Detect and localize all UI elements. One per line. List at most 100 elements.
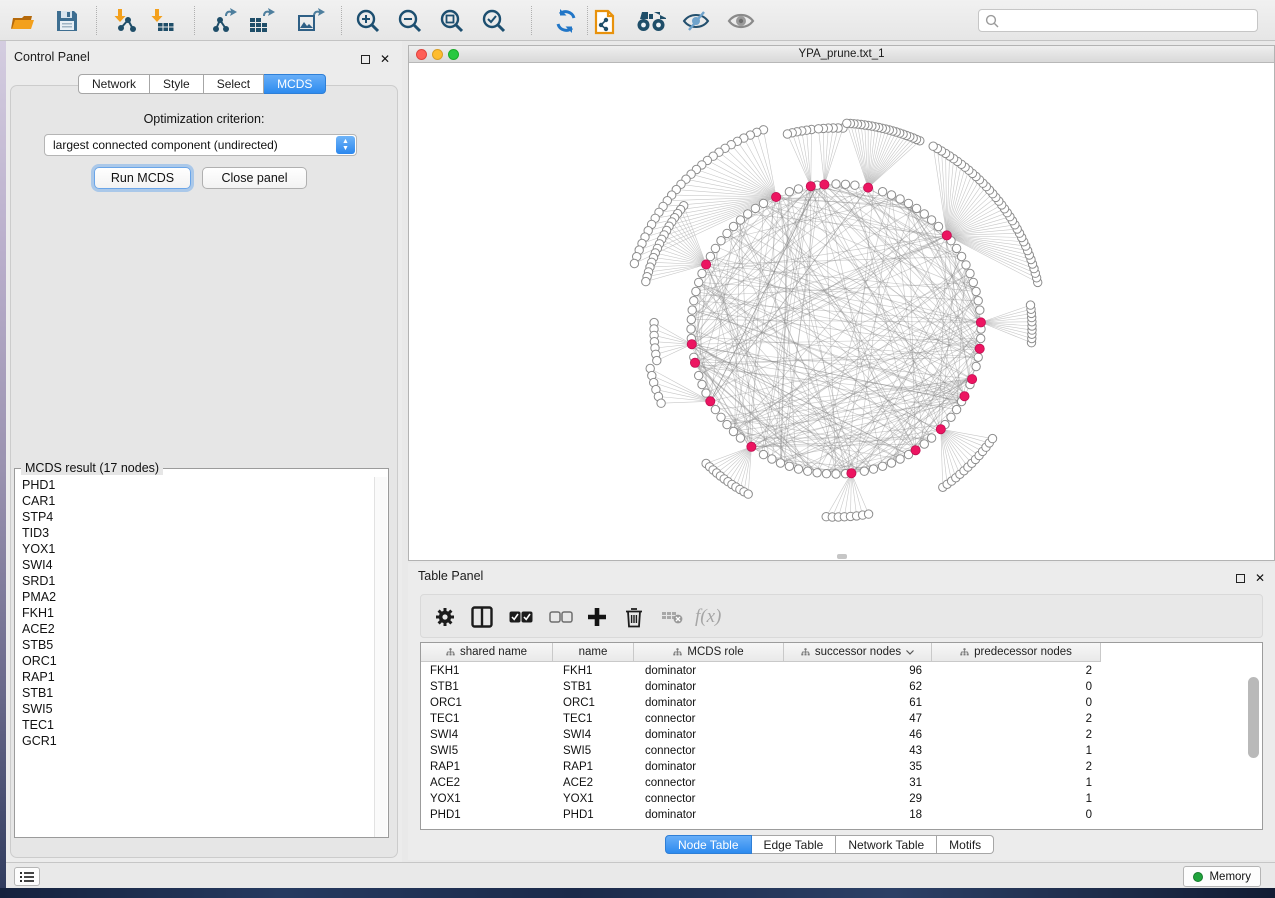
add-column-icon[interactable] xyxy=(587,605,607,629)
table-row[interactable]: SWI5SWI5connector431 xyxy=(421,743,1262,759)
tab-node-table[interactable]: Node Table xyxy=(665,835,752,854)
table-row[interactable]: ORC1ORC1dominator610 xyxy=(421,695,1262,711)
zoom-fit-icon[interactable] xyxy=(437,7,467,35)
dominator-node[interactable] xyxy=(975,344,984,353)
table-row[interactable]: ACE2ACE2connector311 xyxy=(421,775,1262,791)
dominator-node[interactable] xyxy=(702,260,711,269)
column-header-MCDS-role[interactable]: MCDS role xyxy=(634,643,784,662)
dominator-node[interactable] xyxy=(772,192,781,201)
mcds-result-item[interactable]: SWI4 xyxy=(16,557,376,573)
tab-network-table[interactable]: Network Table xyxy=(836,835,937,854)
tab-mcds[interactable]: MCDS xyxy=(264,74,326,94)
show-eye-icon[interactable] xyxy=(726,7,756,35)
criterion-dropdown[interactable]: largest connected component (undirected)… xyxy=(44,134,357,156)
export-table-icon[interactable] xyxy=(247,7,277,35)
float-window-icon[interactable] xyxy=(1236,570,1245,588)
mcds-result-item[interactable]: SRD1 xyxy=(16,573,376,589)
dominator-node[interactable] xyxy=(690,358,699,367)
tab-edge-table[interactable]: Edge Table xyxy=(752,835,837,854)
close-panel-icon[interactable]: ✕ xyxy=(380,50,390,68)
binoculars-icon[interactable] xyxy=(636,7,666,35)
network-hscroll-thumb[interactable] xyxy=(837,554,847,559)
deselect-all-icon[interactable] xyxy=(549,605,573,629)
toolbar-separator xyxy=(194,6,195,35)
search-field[interactable] xyxy=(978,9,1258,32)
dominator-node[interactable] xyxy=(747,442,756,451)
mcds-result-item[interactable]: PMA2 xyxy=(16,589,376,605)
table-row[interactable]: YOX1YOX1connector291 xyxy=(421,791,1262,807)
close-panel-icon[interactable]: ✕ xyxy=(1255,569,1265,587)
mcds-result-item[interactable]: PHD1 xyxy=(16,477,376,493)
import-table-icon[interactable] xyxy=(147,7,177,35)
dominator-node[interactable] xyxy=(911,446,920,455)
dominator-node[interactable] xyxy=(820,180,829,189)
column-header-predecessor-nodes[interactable]: predecessor nodes xyxy=(932,643,1101,662)
mcds-result-item[interactable]: FKH1 xyxy=(16,605,376,621)
import-network-icon[interactable] xyxy=(110,7,140,35)
mcds-result-item[interactable]: STP4 xyxy=(16,509,376,525)
tab-select[interactable]: Select xyxy=(204,74,264,94)
delete-column-icon[interactable] xyxy=(625,605,643,629)
clear-table-icon[interactable] xyxy=(661,605,683,629)
dominator-node[interactable] xyxy=(960,392,969,401)
mcds-result-item[interactable]: RAP1 xyxy=(16,669,376,685)
network-window-titlebar[interactable]: YPA_prune.txt_1 xyxy=(409,46,1274,63)
dominator-node[interactable] xyxy=(687,340,696,349)
zoom-in-icon[interactable] xyxy=(353,7,383,35)
dominator-node[interactable] xyxy=(936,425,945,434)
mcds-result-item[interactable]: STB1 xyxy=(16,685,376,701)
table-row[interactable]: RAP1RAP1dominator352 xyxy=(421,759,1262,775)
table-row[interactable]: FKH1FKH1dominator962 xyxy=(421,663,1262,679)
table-row[interactable]: SWI4SWI4dominator462 xyxy=(421,727,1262,743)
mcds-result-item[interactable]: YOX1 xyxy=(16,541,376,557)
refresh-view-icon[interactable] xyxy=(551,7,581,35)
dominator-node[interactable] xyxy=(942,231,951,240)
table-row[interactable]: STB1STB1dominator620 xyxy=(421,679,1262,695)
export-network-icon[interactable] xyxy=(210,7,240,35)
open-file-icon[interactable] xyxy=(8,7,38,35)
mcds-result-item[interactable]: TID3 xyxy=(16,525,376,541)
function-builder-icon[interactable]: f(x) xyxy=(695,605,721,629)
tab-motifs[interactable]: Motifs xyxy=(937,835,994,854)
zoom-out-icon[interactable] xyxy=(395,7,425,35)
mcds-result-item[interactable]: ORC1 xyxy=(16,653,376,669)
dominator-node[interactable] xyxy=(806,182,815,191)
gear-icon[interactable] xyxy=(435,605,455,629)
network-canvas[interactable] xyxy=(409,63,1274,560)
task-history-button[interactable] xyxy=(14,867,40,886)
dominator-node[interactable] xyxy=(976,318,985,327)
dominator-node[interactable] xyxy=(847,469,856,478)
mcds-result-item[interactable]: SWI5 xyxy=(16,701,376,717)
dominator-node[interactable] xyxy=(968,375,977,384)
mcds-result-item[interactable]: TEC1 xyxy=(16,717,376,733)
memory-button[interactable]: Memory xyxy=(1183,866,1261,887)
table-row[interactable]: PHD1PHD1dominator180 xyxy=(421,807,1262,823)
columns-icon[interactable] xyxy=(471,605,493,629)
hide-eye-icon[interactable] xyxy=(681,7,711,35)
mcds-list-scrollbar[interactable] xyxy=(374,477,387,837)
mcds-result-item[interactable]: GCR1 xyxy=(16,733,376,749)
column-header-name[interactable]: name xyxy=(553,643,634,662)
tab-style[interactable]: Style xyxy=(150,74,204,94)
search-input[interactable] xyxy=(1003,14,1257,28)
select-all-icon[interactable] xyxy=(509,605,533,629)
float-window-icon[interactable] xyxy=(361,51,370,69)
column-header-shared-name[interactable]: shared name xyxy=(421,643,553,662)
table-row[interactable]: TEC1TEC1connector472 xyxy=(421,711,1262,727)
tab-network[interactable]: Network xyxy=(78,74,150,94)
dominator-node[interactable] xyxy=(864,183,873,192)
share-network-icon[interactable] xyxy=(592,7,622,35)
mcds-result-item[interactable]: ACE2 xyxy=(16,621,376,637)
close-panel-button[interactable]: Close panel xyxy=(202,167,307,189)
mcds-result-item[interactable]: STB5 xyxy=(16,637,376,653)
run-mcds-button[interactable]: Run MCDS xyxy=(94,167,191,189)
column-header-successor-nodes[interactable]: successor nodes xyxy=(784,643,932,662)
network-view-window: YPA_prune.txt_1 xyxy=(408,45,1275,561)
mcds-result-item[interactable]: CAR1 xyxy=(16,493,376,509)
dominator-node[interactable] xyxy=(706,397,715,406)
cell-mcds_role: connector xyxy=(636,743,787,759)
export-image-icon[interactable] xyxy=(296,7,326,35)
save-session-icon[interactable] xyxy=(52,7,82,35)
zoom-selected-icon[interactable] xyxy=(479,7,509,35)
table-vscroll-thumb[interactable] xyxy=(1248,677,1259,758)
